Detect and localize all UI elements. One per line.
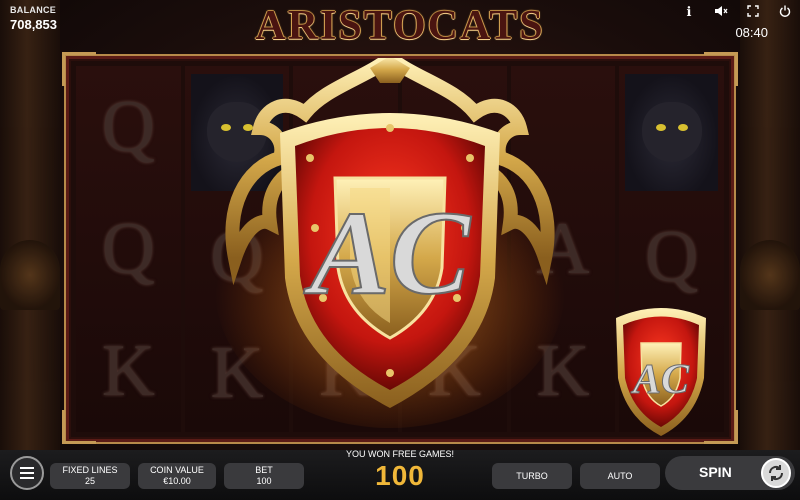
balance-label: BALANCE [10,5,57,15]
balance-value: 708,853 [10,17,57,32]
symbol-q: Q [101,207,156,290]
bet-value: 100 [256,476,272,486]
spin-button[interactable]: SPIN [665,456,795,490]
auto-button[interactable]: AUTO [580,463,660,489]
symbol-k: K [101,329,156,412]
win-message: YOU WON FREE GAMES! [345,449,454,459]
clock: 08:40 [735,25,768,40]
fixed-lines-value: 25 [84,476,95,486]
coin-value-selector[interactable]: COIN VALUE €10.00 [138,463,216,489]
top-controls: ℹ [682,4,792,20]
left-pillar [0,0,60,450]
hamburger-icon [20,467,34,469]
mute-icon[interactable] [714,5,728,20]
fixed-lines-display: FIXED LINES 25 [50,463,130,489]
bet-label: BET [255,465,273,475]
spin-label: SPIN [699,464,732,480]
free-games-count: 100 [375,460,425,491]
fullscreen-icon[interactable] [746,4,760,20]
menu-button[interactable] [10,456,44,490]
right-pillar [740,0,800,450]
scatter-shield-big: AC [215,58,565,428]
balance-display: BALANCE 708,853 [10,5,57,32]
spin-arrows-icon [761,458,791,488]
shield-monogram: AC [630,357,690,403]
coin-value-label: COIN VALUE [150,465,204,475]
power-icon[interactable] [778,5,792,20]
bet-selector[interactable]: BET 100 [224,463,304,489]
symbol-cat-portrait [625,74,719,191]
reel-1: Q Q K [76,66,181,432]
game-title: ARISTOCATS [255,3,545,49]
scatter-shield-small: AC [616,308,706,436]
coin-value-value: €10.00 [163,476,191,486]
shield-monogram: AC [303,186,472,319]
fixed-lines-label: FIXED LINES [62,465,118,475]
info-icon[interactable]: ℹ [682,4,696,20]
symbol-q: Q [101,85,156,168]
turbo-button[interactable]: TURBO [492,463,572,489]
